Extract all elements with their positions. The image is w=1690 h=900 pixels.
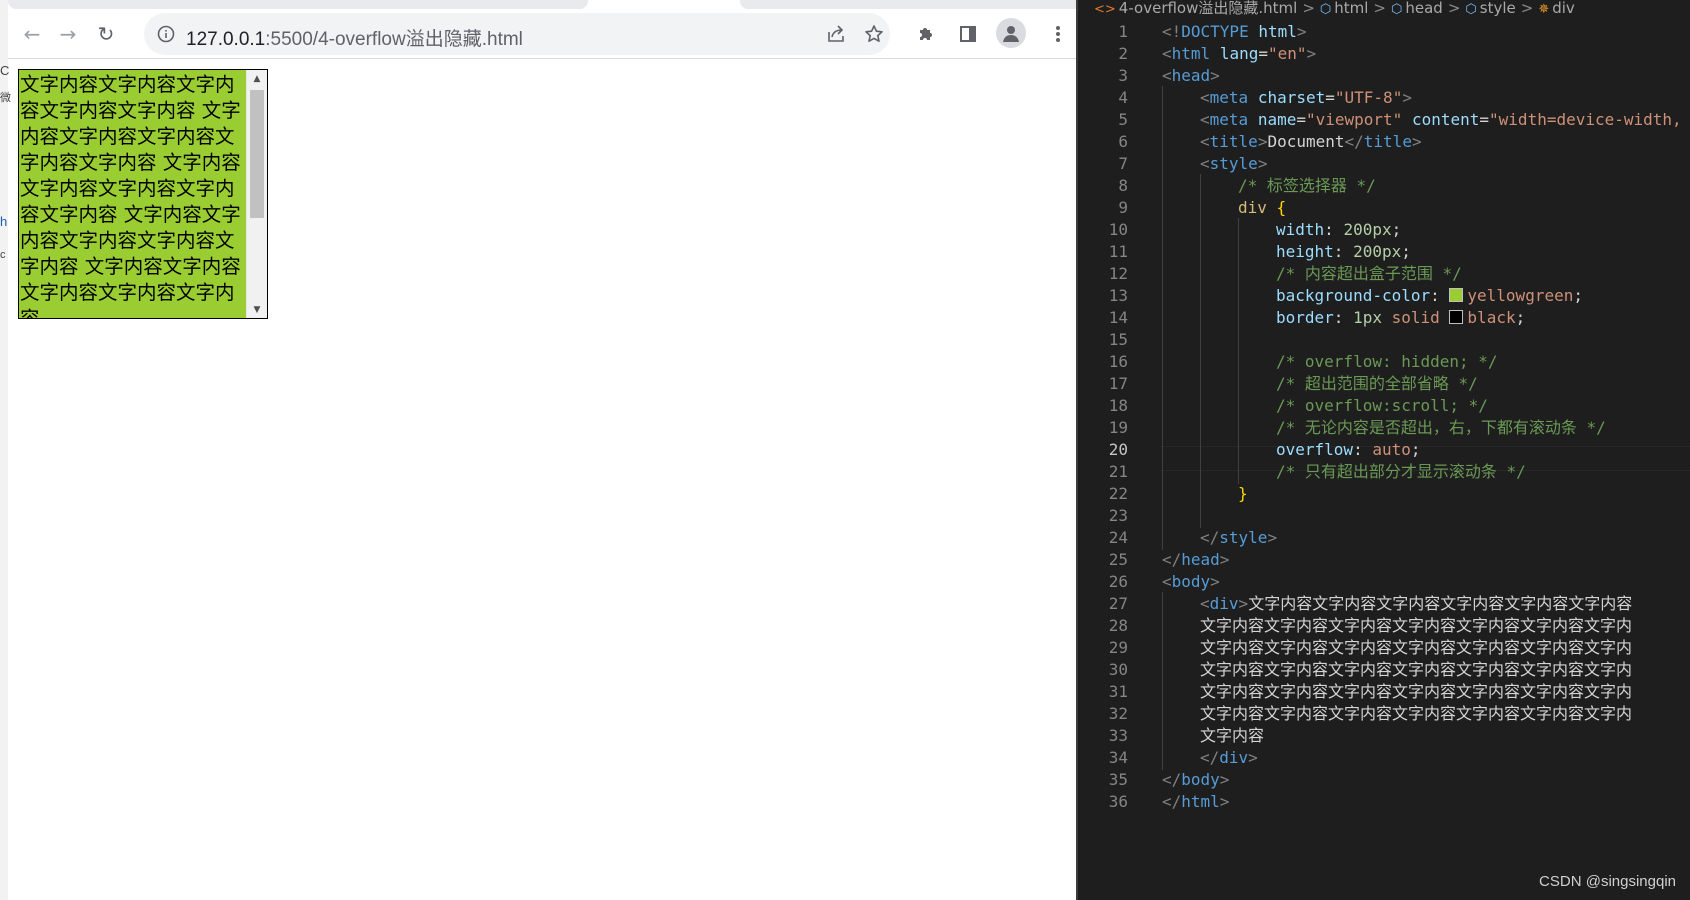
breadcrumb-label: 4-overflow溢出隐藏.html: [1118, 0, 1298, 17]
overflow-demo-box[interactable]: 文字内容文字内容文字内容文字内容文字内容 文字内容文字内容文字内容文字内容文字内…: [18, 69, 268, 319]
browser-window: ← → ↻ 127.0.0.1:5500/4-overflow溢出隐藏.html: [0, 0, 1076, 900]
bookmark-star-icon[interactable]: [862, 22, 886, 46]
forward-icon[interactable]: →: [52, 18, 84, 50]
selector-icon: ✵: [1538, 2, 1550, 17]
page-viewport: C 微 h c 文字内容文字内容文字内容文字内容文字内容 文字内容文字内容文字内…: [0, 59, 1076, 900]
side-glyph: c: [0, 249, 6, 261]
code-line: 31 文字内容文字内容文字内容文字内容文字内容文字内容文字内: [1076, 680, 1690, 704]
chevron-right-icon: >: [1373, 0, 1386, 17]
inactive-tab[interactable]: [740, 0, 1076, 9]
chevron-right-icon: >: [1520, 0, 1534, 17]
code-line: 35 </body>: [1108, 770, 1230, 789]
back-icon[interactable]: ←: [16, 18, 48, 50]
chevron-right-icon: >: [1302, 0, 1315, 17]
breadcrumb-head[interactable]: ⬡ head: [1391, 0, 1443, 18]
vertical-scrollbar[interactable]: ▲ ▼: [246, 70, 267, 318]
code-line: 2 <html lang="en">: [1118, 44, 1317, 63]
watermark: CSDN @singsingqin: [1539, 873, 1676, 890]
code-line: 14 border: 1px solid black;: [1076, 306, 1690, 330]
address-bar[interactable]: 127.0.0.1:5500/4-overflow溢出隐藏.html: [144, 13, 890, 55]
breadcrumb-style[interactable]: ⬡ style: [1465, 0, 1515, 18]
url-host: 127.0.0.1: [186, 29, 266, 50]
code-line: 15: [1076, 328, 1690, 352]
code-line: 13 background-color: yellowgreen;: [1076, 284, 1690, 308]
code-line: 19/* 无论内容是否超出，右，下都有滚动条 */: [1076, 416, 1690, 440]
scroll-down-arrow-icon[interactable]: ▼: [247, 301, 267, 318]
color-swatch[interactable]: [1449, 310, 1464, 324]
html-file-icon: <>: [1094, 2, 1116, 17]
code-line: 6 <title>Document</title>: [1076, 130, 1690, 154]
code-line: 10 width: 200px;: [1076, 218, 1690, 242]
code-line: 4 <meta charset="UTF-8">: [1076, 86, 1690, 110]
code-line: 17/* 超出范围的全部省略 */: [1076, 372, 1690, 396]
breadcrumb-label: div: [1552, 0, 1575, 17]
side-glyph: h: [0, 214, 8, 229]
side-glyph: 微: [0, 92, 11, 104]
breadcrumb-label: html: [1334, 0, 1369, 17]
scrollbar-thumb[interactable]: [250, 90, 264, 218]
code-line: 7 <style>: [1076, 152, 1690, 176]
code-line: 34 </div>: [1076, 746, 1690, 770]
code-line: 11 height: 200px;: [1076, 240, 1690, 264]
code-line: 22}: [1076, 482, 1690, 506]
reload-icon[interactable]: ↻: [90, 18, 122, 50]
code-editor: <> 4-overflow溢出隐藏.html > ⬡ html > ⬡ head > ⬡ style…: [1076, 0, 1690, 900]
code-area[interactable]: 1 <!DOCTYPE html> 2 <html lang="en"> 3 <hea…: [1076, 20, 1690, 870]
code-line-current: 20 overflow: auto;: [1076, 438, 1690, 462]
breadcrumb-div[interactable]: ✵ div: [1538, 0, 1574, 18]
code-line: 8/* 标签选择器 */: [1076, 174, 1690, 198]
profile-avatar-icon[interactable]: [996, 18, 1026, 48]
code-line: 29 文字内容文字内容文字内容文字内容文字内容文字内容文字内: [1076, 636, 1690, 660]
url-text[interactable]: 127.0.0.1:5500/4-overflow溢出隐藏.html: [186, 24, 523, 51]
code-line: 9 div {: [1076, 196, 1690, 220]
menu-kebab-icon[interactable]: [1042, 18, 1074, 50]
element-cube-icon: ⬡: [1391, 2, 1403, 17]
code-line: 24 </style>: [1076, 526, 1690, 550]
side-glyph: C: [0, 63, 10, 78]
breadcrumb-label: style: [1479, 0, 1516, 17]
breadcrumb: <> 4-overflow溢出隐藏.html > ⬡ html > ⬡ head > ⬡ style…: [1094, 0, 1575, 18]
color-swatch[interactable]: [1449, 288, 1464, 302]
code-line: 33 文字内容: [1076, 724, 1690, 748]
code-line: 23: [1076, 504, 1690, 528]
breadcrumb-file[interactable]: <> 4-overflow溢出隐藏.html: [1094, 0, 1297, 18]
code-line: 3 <head>: [1118, 66, 1220, 85]
code-line: 28 文字内容文字内容文字内容文字内容文字内容文字内容文字内: [1076, 614, 1690, 638]
code-line: 18/* overflow:scroll; */: [1076, 394, 1690, 418]
code-line: 16/* overflow: hidden; */: [1076, 350, 1690, 374]
active-tab[interactable]: [8, 0, 588, 9]
browser-toolbar: ← → ↻ 127.0.0.1:5500/4-overflow溢出隐藏.html: [8, 10, 1076, 59]
code-line: 27 <div>文字内容文字内容文字内容文字内容文字内容文字内容: [1076, 592, 1690, 616]
url-path: :5500/4-overflow溢出隐藏.html: [265, 29, 523, 50]
breadcrumb-label: head: [1405, 0, 1443, 17]
code-line: 1 <!DOCTYPE html>: [1118, 22, 1307, 41]
demo-box-text: 文字内容文字内容文字内容文字内容文字内容 文字内容文字内容文字内容文字内容文字内…: [20, 73, 241, 319]
chevron-right-icon: >: [1447, 0, 1461, 17]
code-line: 25 </head>: [1108, 550, 1230, 569]
code-line: 30 文字内容文字内容文字内容文字内容文字内容文字内容文字内: [1076, 658, 1690, 682]
code-line: 21/* 只有超出部分才显示滚动条 */: [1076, 460, 1690, 484]
code-line: 36 </html>: [1108, 792, 1230, 811]
element-cube-icon: ⬡: [1465, 2, 1477, 17]
side-panel-icon[interactable]: [952, 18, 984, 50]
code-line: 32 文字内容文字内容文字内容文字内容文字内容文字内容文字内: [1076, 702, 1690, 726]
code-line: 26 <body>: [1108, 572, 1220, 591]
scroll-up-arrow-icon[interactable]: ▲: [247, 70, 267, 87]
share-icon[interactable]: [824, 22, 848, 46]
code-line: 12/* 内容超出盒子范围 */: [1076, 262, 1690, 286]
code-line: 5 <meta name="viewport" content="width=de…: [1076, 108, 1690, 132]
element-cube-icon: ⬡: [1319, 2, 1332, 17]
extensions-icon[interactable]: [910, 18, 942, 50]
site-info-icon[interactable]: [156, 24, 176, 44]
breadcrumb-html[interactable]: ⬡ html: [1320, 0, 1369, 18]
